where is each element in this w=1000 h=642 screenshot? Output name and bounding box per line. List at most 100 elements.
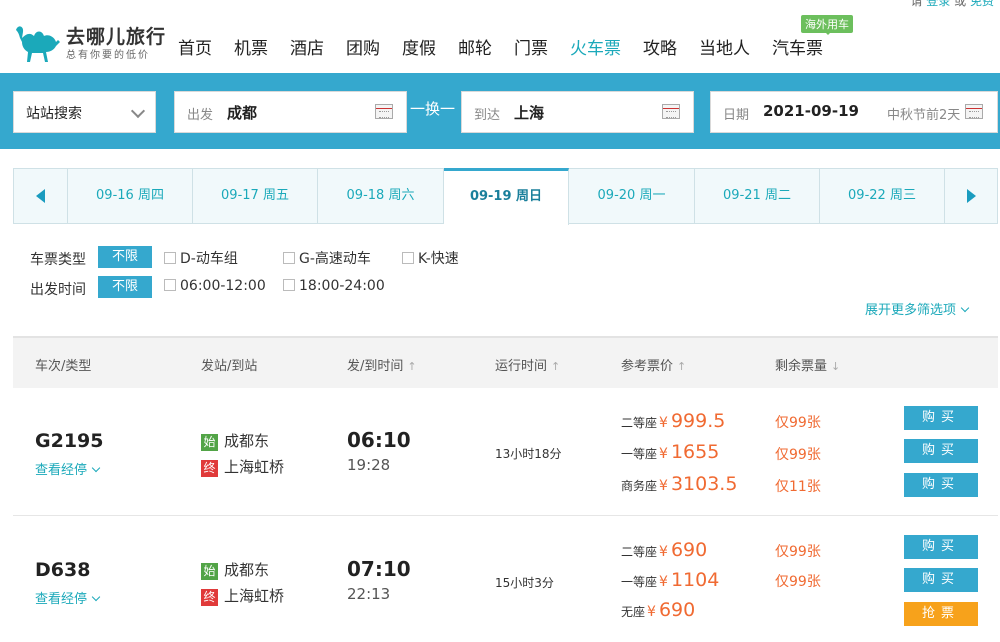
arrive-time: 19:28 <box>347 456 391 474</box>
nav-train[interactable]: 火车票 <box>570 34 621 60</box>
date-tabs: 09-16 周四 09-17 周五 09-18 周六 09-19 周日 09-2… <box>13 168 998 225</box>
remaining-tickets: 仅99张 <box>775 447 821 463</box>
filter-type-g[interactable]: G-高速动车 <box>283 248 371 268</box>
view-stops-label: 查看经停 <box>35 592 88 607</box>
ticket-type-label: 车票类型 <box>30 252 86 268</box>
nav-tickets[interactable]: 门票 <box>514 34 548 60</box>
view-stops-link[interactable]: 查看经停 <box>35 459 101 478</box>
nav-badge-overseas-car[interactable]: 海外用车 <box>801 15 853 35</box>
nav-cruise[interactable]: 邮轮 <box>458 34 492 60</box>
col-remaining-label: 剩余票量 <box>775 359 828 374</box>
filter-type-k[interactable]: K-快速 <box>402 248 459 268</box>
col-train: 车次/类型 <box>35 359 92 374</box>
next-date-button[interactable] <box>945 169 997 223</box>
chevron-down-icon <box>130 103 146 119</box>
station-list-icon[interactable] <box>375 104 393 119</box>
sort-up-icon: ↑ <box>407 360 417 373</box>
buy-button[interactable]: 购买 <box>904 439 978 463</box>
train-number[interactable]: D638 <box>35 559 90 581</box>
seat-type: 二等座 <box>621 416 658 430</box>
col-duration-label: 运行时间 <box>495 359 548 374</box>
table-row: G2195 查看经停 始成都东 终上海虹桥 06:10 19:28 13小时18… <box>13 388 998 516</box>
filter-time-morning[interactable]: 06:00-12:00 <box>164 278 266 294</box>
nav-home[interactable]: 首页 <box>178 34 212 60</box>
search-mode-select[interactable]: 站站搜索 <box>13 91 156 133</box>
checkbox[interactable] <box>283 279 295 291</box>
seat-price: 一等座 ¥1655 <box>621 441 719 463</box>
nav-bus[interactable]: 汽车票 <box>772 34 823 60</box>
from-value: 成都 <box>227 104 258 122</box>
buy-button[interactable]: 购买 <box>904 568 978 592</box>
to-value: 上海 <box>514 104 545 122</box>
buy-button[interactable]: 购买 <box>904 473 978 497</box>
checkbox[interactable] <box>402 252 414 264</box>
to-station: 终上海虹桥 <box>201 456 284 477</box>
date-field[interactable]: 日期 2021-09-19 中秋节前2天 <box>710 91 998 133</box>
seat-type: 二等座 <box>621 545 658 559</box>
col-remaining[interactable]: 剩余票量 ↓ <box>775 355 840 374</box>
nav-flights[interactable]: 机票 <box>234 34 268 60</box>
duration: 15小时3分 <box>495 576 554 590</box>
date-tab-active[interactable]: 09-19 周日 <box>444 168 569 225</box>
sort-down-icon: ↓ <box>831 360 841 373</box>
from-station-field[interactable]: 出发 成都 <box>174 91 407 133</box>
checkbox[interactable] <box>164 279 176 291</box>
more-filters-link[interactable]: 展开更多筛选项 <box>865 299 970 318</box>
from-station-name: 成都东 <box>224 561 270 579</box>
price: 999.5 <box>670 410 726 432</box>
ticket-type-unlimited[interactable]: 不限 <box>98 246 152 268</box>
date-tab[interactable]: 09-21 周二 <box>695 169 820 223</box>
buy-button[interactable]: 购买 <box>904 535 978 559</box>
depart-time-unlimited[interactable]: 不限 <box>98 276 152 298</box>
price: 3103.5 <box>670 473 738 495</box>
train-number[interactable]: G2195 <box>35 430 103 452</box>
arrow-right-icon <box>967 189 976 203</box>
date-tab[interactable]: 09-20 周一 <box>569 169 695 223</box>
nav-vacation[interactable]: 度假 <box>402 34 436 60</box>
price: 1104 <box>670 569 720 591</box>
logo[interactable]: 去哪儿旅行 总有你要的低价 <box>12 20 172 62</box>
col-duration[interactable]: 运行时间 ↑ <box>495 355 560 374</box>
date-tab[interactable]: 09-17 周五 <box>193 169 318 223</box>
to-station-name: 上海虹桥 <box>224 458 285 476</box>
logo-slogan: 总有你要的低价 <box>66 50 150 61</box>
holiday-note: 中秋节前2天 <box>887 108 961 123</box>
depart-time-label: 出发时间 <box>30 282 86 298</box>
nav-guides[interactable]: 攻略 <box>643 34 677 60</box>
seat-price: 一等座 ¥1104 <box>621 569 719 591</box>
nav-groupbuy[interactable]: 团购 <box>346 34 380 60</box>
seat-price: 无座 ¥690 <box>621 599 695 621</box>
table-header: 车次/类型 发站/到站 发/到时间 ↑ 运行时间 ↑ 参考票价 ↑ 剩余票量 ↓ <box>13 336 998 388</box>
col-price[interactable]: 参考票价 ↑ <box>621 355 686 374</box>
to-station-field[interactable]: 到达 上海 <box>461 91 694 133</box>
date-tab[interactable]: 09-18 周六 <box>318 169 444 223</box>
nav-hotels[interactable]: 酒店 <box>290 34 324 60</box>
station-list-icon[interactable] <box>662 104 680 119</box>
filter-type-d[interactable]: D-动车组 <box>164 248 238 268</box>
grab-ticket-button[interactable]: 抢票 <box>904 602 978 626</box>
checkbox[interactable] <box>283 252 295 264</box>
from-station: 始成都东 <box>201 430 269 451</box>
price: 1655 <box>670 441 720 463</box>
checkbox[interactable] <box>164 252 176 264</box>
view-stops-link[interactable]: 查看经停 <box>35 588 101 607</box>
filter-type-d-label: D-动车组 <box>180 251 238 267</box>
login-link[interactable]: 登录 <box>926 0 950 8</box>
date-tab[interactable]: 09-22 周三 <box>820 169 945 223</box>
nav-local[interactable]: 当地人 <box>699 34 750 60</box>
filter-time-evening[interactable]: 18:00-24:00 <box>283 278 385 294</box>
calendar-icon[interactable] <box>965 104 983 119</box>
swap-stations-button[interactable]: 一换一 <box>410 98 455 119</box>
yen-sign: ¥ <box>659 544 668 560</box>
register-link[interactable]: 免费 <box>970 0 994 8</box>
col-time-label: 发/到时间 <box>347 359 404 374</box>
filter-type-g-label: G-高速动车 <box>299 251 371 267</box>
col-stations: 发站/到站 <box>201 359 258 374</box>
col-time[interactable]: 发/到时间 ↑ <box>347 355 417 374</box>
search-mode-value: 站站搜索 <box>26 106 82 122</box>
buy-button[interactable]: 购买 <box>904 406 978 430</box>
prev-date-button[interactable] <box>14 169 68 223</box>
table-row: D638 查看经停 始成都东 终上海虹桥 07:10 22:13 15小时3分 … <box>13 517 998 642</box>
date-tab[interactable]: 09-16 周四 <box>68 169 193 223</box>
col-price-label: 参考票价 <box>621 359 674 374</box>
